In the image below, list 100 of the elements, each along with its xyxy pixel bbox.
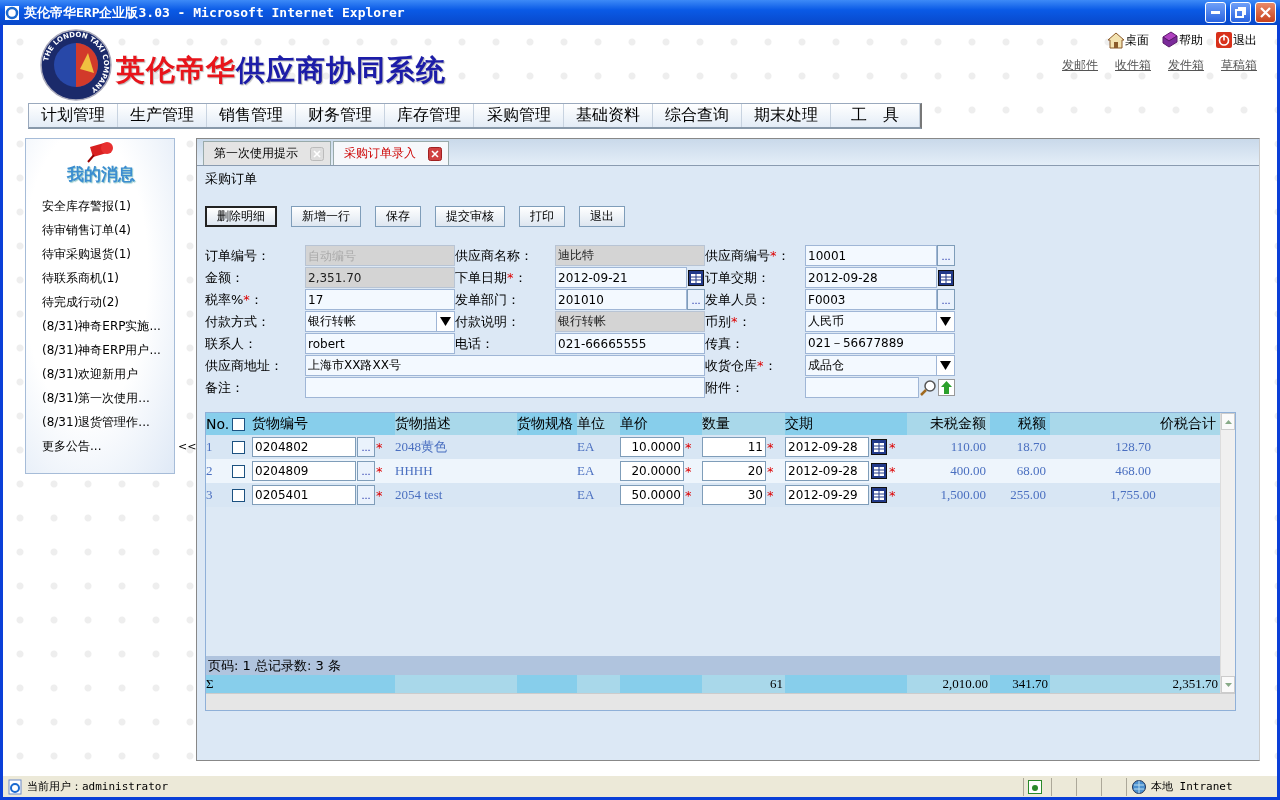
lookup-button[interactable]: ... bbox=[357, 461, 375, 481]
input-field[interactable]: 2,351.70 bbox=[305, 267, 455, 288]
message-item[interactable]: (8/31)第一次使用... bbox=[42, 386, 174, 410]
input-field[interactable]: 20 bbox=[702, 461, 766, 481]
menu-item[interactable]: 工 具 bbox=[830, 104, 920, 127]
calendar-button[interactable] bbox=[870, 484, 888, 506]
mail-link[interactable]: 发件箱 bbox=[1168, 57, 1204, 74]
dropdown[interactable]: 人民币 bbox=[805, 311, 955, 332]
lookup-button[interactable]: ... bbox=[937, 245, 955, 266]
input-field[interactable]: 021－56677889 bbox=[805, 333, 955, 354]
search-button[interactable] bbox=[919, 377, 937, 398]
input-field[interactable]: 10001 bbox=[805, 245, 937, 266]
message-item[interactable]: 待完成行动(2) bbox=[42, 290, 174, 314]
message-item[interactable]: 待联系商机(1) bbox=[42, 266, 174, 290]
menu-item[interactable]: 期末处理 bbox=[741, 104, 831, 127]
field-label: 电话： bbox=[455, 335, 495, 353]
message-item[interactable]: 安全库存警报(1) bbox=[42, 194, 174, 218]
close-button[interactable] bbox=[1255, 2, 1276, 23]
column-header: 数量 bbox=[702, 413, 785, 435]
field-label: 付款方式： bbox=[205, 313, 271, 331]
mail-link[interactable]: 收件箱 bbox=[1115, 57, 1151, 74]
shortcut-link[interactable]: 帮助 bbox=[1161, 31, 1203, 49]
table-cell-text: 2048黄色 bbox=[395, 438, 448, 456]
input-field[interactable]: 021-66665555 bbox=[555, 333, 705, 354]
input-field[interactable]: 20.0000 bbox=[620, 461, 684, 481]
input-field[interactable]: 30 bbox=[702, 485, 766, 505]
menu-item[interactable]: 综合查询 bbox=[652, 104, 742, 127]
input-field[interactable]: 0205401 bbox=[252, 485, 356, 505]
message-item[interactable]: (8/31)欢迎新用户 bbox=[42, 362, 174, 386]
date-field[interactable]: 2012-09-28 bbox=[785, 437, 869, 457]
toolbar-button[interactable]: 退出 bbox=[579, 206, 625, 227]
checkbox[interactable] bbox=[232, 417, 245, 431]
menu-item[interactable]: 财务管理 bbox=[296, 104, 386, 127]
tab[interactable]: 第一次使用提示 bbox=[203, 141, 331, 165]
calendar-button[interactable] bbox=[870, 460, 888, 482]
lookup-button[interactable]: ... bbox=[357, 437, 375, 457]
table-cell-text: EA bbox=[577, 487, 596, 503]
toolbar-button[interactable]: 打印 bbox=[519, 206, 565, 227]
input-field[interactable]: F0003 bbox=[805, 289, 937, 310]
menu-item[interactable]: 基础资料 bbox=[563, 104, 653, 127]
date-field[interactable]: 2012-09-28 bbox=[785, 461, 869, 481]
row-number: 3 bbox=[206, 487, 214, 503]
upload-button[interactable] bbox=[937, 377, 955, 398]
menu-item[interactable]: 计划管理 bbox=[29, 104, 119, 127]
input-field[interactable]: 0204809 bbox=[252, 461, 356, 481]
dropdown[interactable]: 成品仓 bbox=[805, 355, 955, 376]
input-field[interactable]: 17 bbox=[305, 289, 455, 310]
checkbox[interactable] bbox=[232, 488, 245, 502]
input-field[interactable]: 迪比特 bbox=[555, 245, 705, 266]
input-field[interactable]: 银行转帐 bbox=[555, 311, 705, 332]
date-field[interactable]: 2012-09-29 bbox=[785, 485, 869, 505]
toolbar-button[interactable]: 提交审核 bbox=[435, 206, 505, 227]
calendar-icon bbox=[871, 439, 887, 455]
field-label: 币别*： bbox=[705, 313, 752, 331]
input-field[interactable]: 50.0000 bbox=[620, 485, 684, 505]
calendar-button[interactable] bbox=[687, 267, 705, 288]
scrollbar[interactable] bbox=[1220, 413, 1235, 693]
lookup-button[interactable]: ... bbox=[687, 289, 705, 310]
calendar-button[interactable] bbox=[937, 267, 955, 288]
lookup-button[interactable]: ... bbox=[357, 485, 375, 505]
minimize-button[interactable] bbox=[1205, 2, 1226, 23]
mail-link[interactable]: 发邮件 bbox=[1062, 57, 1098, 74]
date-field[interactable]: 2012-09-21 bbox=[555, 267, 687, 288]
message-item[interactable]: (8/31)神奇ERP实施... bbox=[42, 314, 174, 338]
tab[interactable]: 采购订单录入 bbox=[333, 141, 449, 165]
date-field[interactable]: 2012-09-28 bbox=[805, 267, 937, 288]
lookup-button[interactable]: ... bbox=[937, 289, 955, 310]
input-field[interactable]: 10.0000 bbox=[620, 437, 684, 457]
toolbar-button[interactable]: 删除明细 bbox=[205, 206, 277, 227]
shortcut-link[interactable]: 退出 bbox=[1215, 31, 1257, 49]
shortcut-link[interactable]: 桌面 bbox=[1107, 31, 1149, 49]
message-item[interactable]: 待审采购退货(1) bbox=[42, 242, 174, 266]
mail-link[interactable]: 草稿箱 bbox=[1221, 57, 1257, 74]
toolbar-button[interactable]: 新增一行 bbox=[291, 206, 361, 227]
menu-item[interactable]: 采购管理 bbox=[474, 104, 564, 127]
menu-item[interactable]: 库存管理 bbox=[385, 104, 475, 127]
scrollbar[interactable] bbox=[206, 693, 1235, 710]
field-label: 订单编号： bbox=[205, 247, 271, 265]
field-label: 发单人员： bbox=[705, 291, 771, 309]
input-field[interactable]: 11 bbox=[702, 437, 766, 457]
menu-item[interactable]: 生产管理 bbox=[118, 104, 208, 127]
checkbox[interactable] bbox=[232, 440, 245, 454]
menu-item[interactable]: 销售管理 bbox=[207, 104, 297, 127]
restore-button[interactable] bbox=[1230, 2, 1251, 23]
message-item[interactable]: (8/31)神奇ERP用户... bbox=[42, 338, 174, 362]
checkbox[interactable] bbox=[232, 464, 245, 478]
field-label: 金额： bbox=[205, 269, 245, 287]
message-item[interactable]: 待审销售订单(4) bbox=[42, 218, 174, 242]
input-field[interactable]: 0204802 bbox=[252, 437, 356, 457]
more-link[interactable]: 更多公告... bbox=[42, 434, 174, 458]
input-field[interactable]: robert bbox=[305, 333, 455, 354]
total-cell: 2,010.00 bbox=[907, 675, 990, 693]
file-field[interactable] bbox=[805, 377, 919, 398]
input-field[interactable]: 201010 bbox=[555, 289, 687, 310]
dropdown[interactable]: 银行转帐 bbox=[305, 311, 455, 332]
message-item[interactable]: (8/31)退货管理作... bbox=[42, 410, 174, 434]
calendar-button[interactable] bbox=[870, 436, 888, 458]
input-field[interactable] bbox=[305, 377, 705, 398]
input-field[interactable]: 上海市XX路XX号 bbox=[305, 355, 705, 376]
toolbar-button[interactable]: 保存 bbox=[375, 206, 421, 227]
